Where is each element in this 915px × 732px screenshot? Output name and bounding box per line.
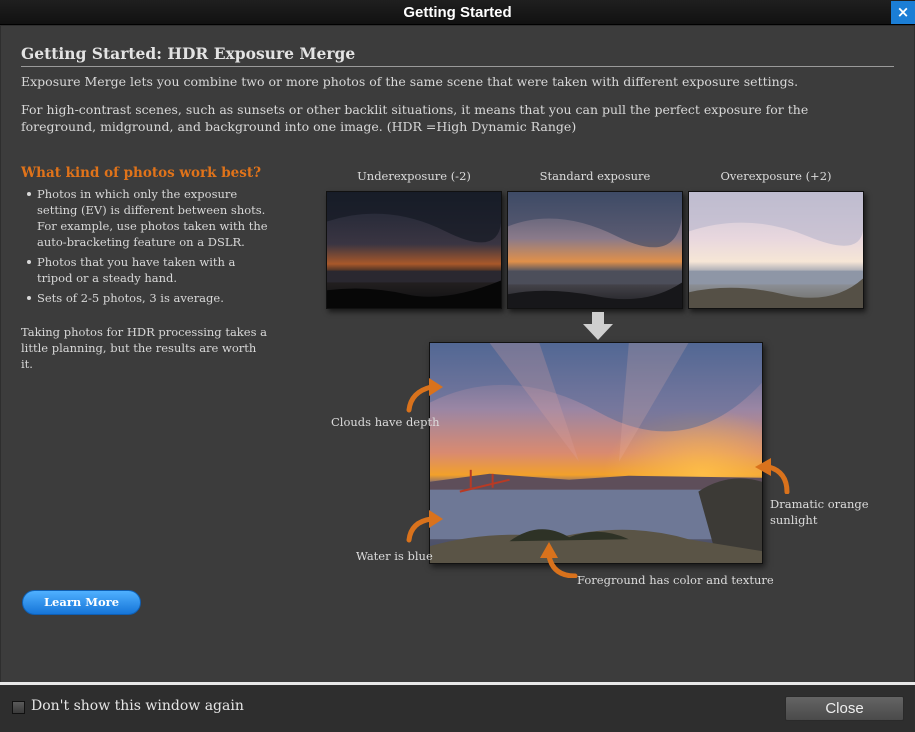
curved-arrow-icon [403,504,449,544]
hdr-result-image [429,342,763,564]
dialog-footer: Don't show this window again Close [0,685,915,732]
title-divider [21,66,894,67]
callout-water: Water is blue [356,549,433,563]
caption-standard: Standard exposure [539,169,651,183]
list-item: Photos that you have taken with a tripod… [21,254,271,286]
page-title: Getting Started: HDR Exposure Merge [21,44,356,63]
thumbnail-underexposed [326,191,502,309]
detail-text: For high-contrast scenes, such as sunset… [21,102,809,134]
intro-text: Exposure Merge lets you combine two or m… [21,74,799,89]
thumbnail-overexposed [688,191,864,309]
caption-underexposure: Underexposure (-2) [357,169,471,183]
close-icon[interactable]: × [891,1,915,24]
list-item: Photos in which only the exposure settin… [21,186,271,250]
dont-show-checkbox[interactable] [12,701,25,714]
close-button[interactable]: Close [785,696,904,721]
thumbnail-standard [507,191,683,309]
planning-tip: Taking photos for HDR processing takes a… [21,325,267,371]
photos-subheading: What kind of photos work best? [21,165,261,181]
caption-overexposure: Overexposure (+2) [720,169,832,183]
callout-foreground: Foreground has color and texture [577,573,774,587]
list-item: Sets of 2-5 photos, 3 is average. [21,290,271,306]
learn-more-button[interactable]: Learn More [22,590,141,615]
curved-arrow-icon [535,538,581,579]
dialog-content: Getting Started: HDR Exposure Merge Expo… [1,26,914,682]
window-titlebar: Getting Started × [0,0,915,25]
dont-show-label[interactable]: Don't show this window again [31,698,244,714]
tips-list: Photos in which only the exposure settin… [21,186,271,310]
callout-clouds: Clouds have depth [331,415,440,429]
curved-arrow-icon [403,374,449,414]
window-title: Getting Started [403,4,512,21]
callout-sunlight: Dramatic orange sunlight [770,497,869,527]
curved-arrow-icon [751,454,797,495]
down-arrow-icon [583,312,613,340]
